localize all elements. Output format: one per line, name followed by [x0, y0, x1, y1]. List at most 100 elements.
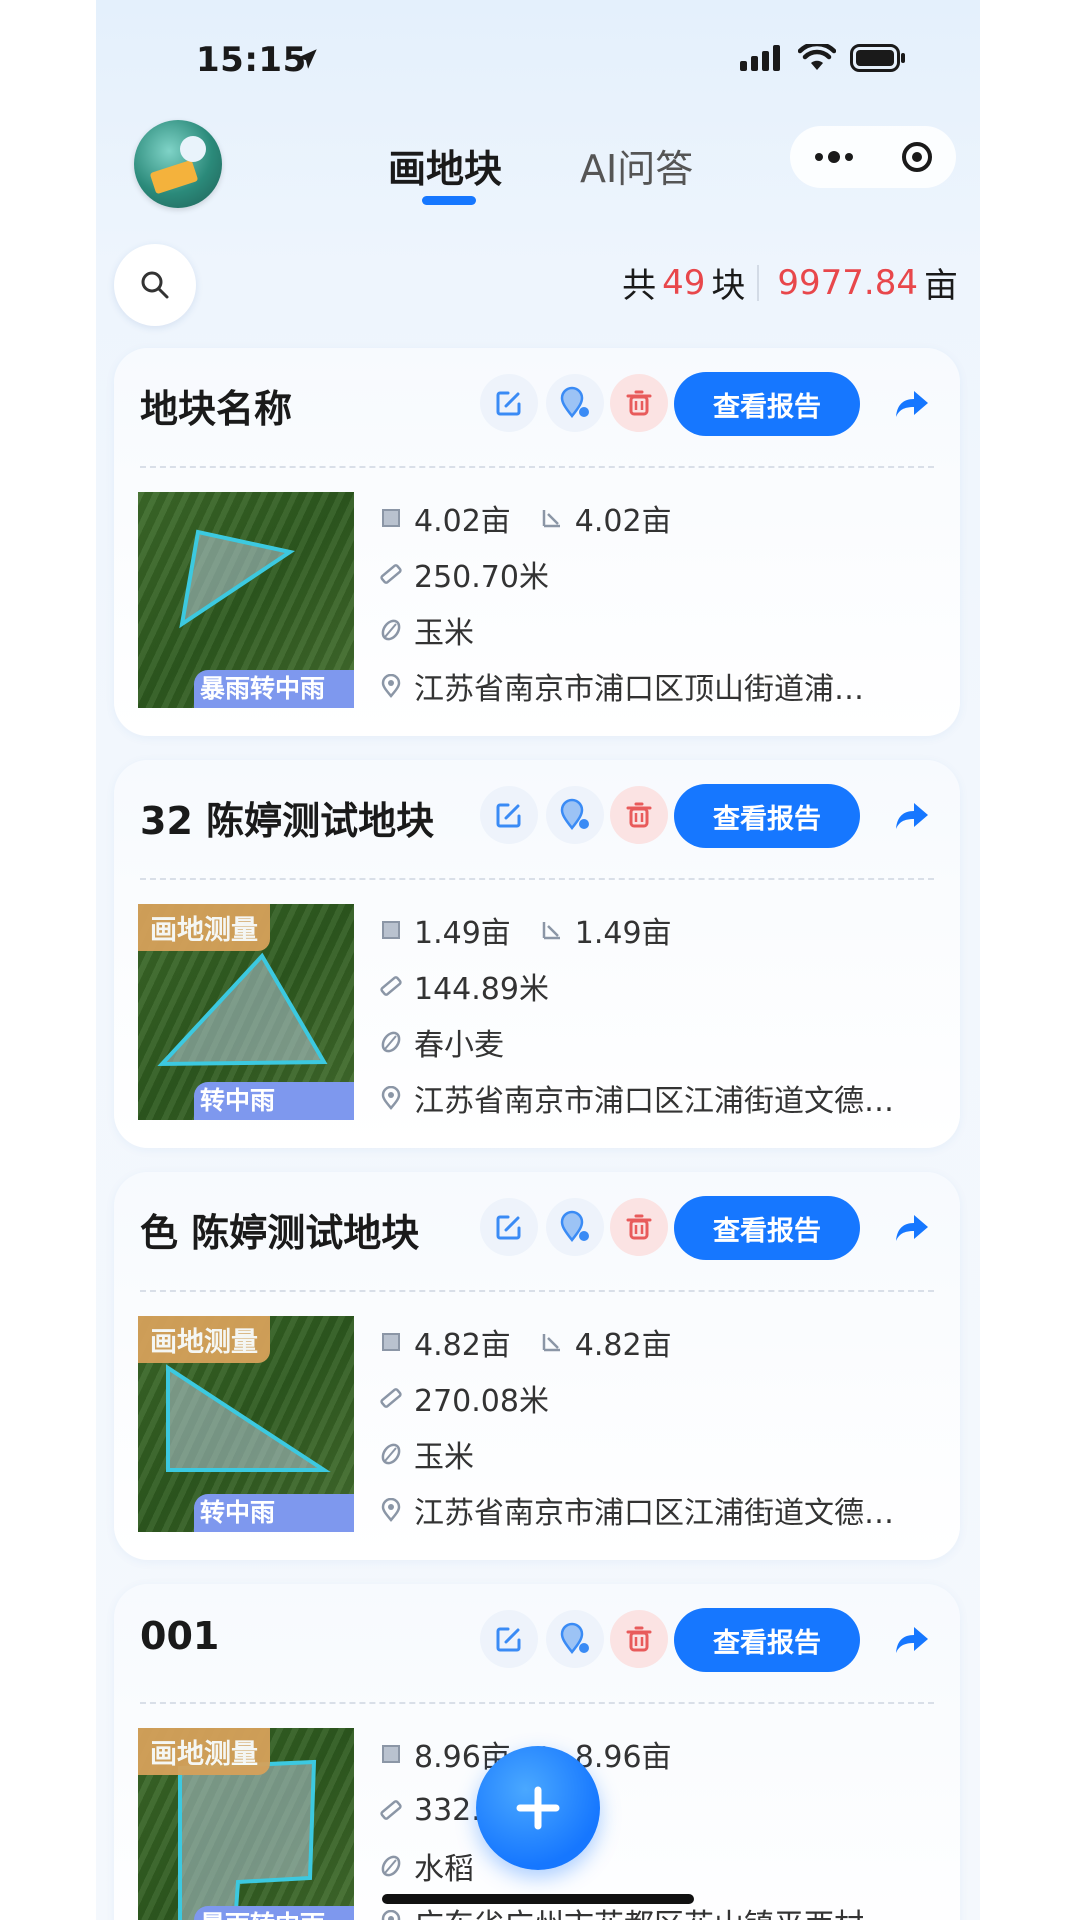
- edit-icon: [496, 1627, 521, 1652]
- share-arrow-icon: [896, 803, 928, 829]
- plus-icon: [516, 1786, 560, 1830]
- share-button[interactable]: [884, 376, 940, 432]
- status-indicators: [740, 44, 906, 72]
- address-row: 江苏省南京市浦口区江浦街道文德…: [378, 1490, 954, 1531]
- location-pin-icon: [560, 386, 589, 419]
- locate-button[interactable]: [546, 374, 604, 432]
- locate-button[interactable]: [546, 1198, 604, 1256]
- ruler-icon: [378, 973, 404, 999]
- location-arrow-icon: [297, 49, 317, 69]
- crop-value: 玉米: [414, 1440, 474, 1475]
- area-row: 4.02亩 4.02亩: [378, 498, 672, 539]
- area-value: 1.49亩: [414, 916, 511, 951]
- delete-button[interactable]: [610, 374, 668, 432]
- active-tab-indicator: [422, 196, 476, 205]
- delete-button[interactable]: [610, 1198, 668, 1256]
- area-icon: [378, 917, 404, 943]
- edit-button[interactable]: [480, 1198, 538, 1256]
- tab-draw-plot[interactable]: 画地块: [388, 138, 502, 193]
- ruler-icon: [378, 561, 404, 587]
- share-button[interactable]: [884, 1200, 940, 1256]
- area-icon: [378, 1329, 404, 1355]
- perimeter-row: 332.: [378, 1790, 481, 1830]
- edit-button[interactable]: [480, 374, 538, 432]
- location-pin-icon: [560, 1622, 589, 1655]
- location-icon: [378, 1085, 404, 1111]
- more-icon[interactable]: [814, 151, 853, 163]
- plot-thumbnail[interactable]: 画地测量 转中雨: [138, 1316, 354, 1532]
- card-divider: [140, 878, 934, 880]
- trash-icon: [626, 390, 652, 416]
- tab-ai-qa[interactable]: AI问答: [580, 138, 693, 193]
- perimeter-value: 332.: [414, 1792, 481, 1828]
- perimeter-value: 270.08米: [414, 1384, 549, 1419]
- ruler-icon: [378, 1385, 404, 1411]
- address-row: 广东省广州市花都区花山镇平西村: [378, 1902, 954, 1920]
- address-row: 江苏省南京市浦口区江浦街道文德…: [378, 1078, 954, 1119]
- summary-prefix: 共: [622, 266, 657, 306]
- view-report-button[interactable]: 查看报告: [674, 1608, 860, 1672]
- leaf-icon: [378, 1441, 404, 1467]
- view-report-button[interactable]: 查看报告: [674, 1196, 860, 1260]
- locate-button[interactable]: [546, 786, 604, 844]
- summary-divider: [757, 264, 760, 301]
- measured-area-value: 8.96亩: [574, 1740, 672, 1775]
- plot-title: 色 陈婷测试地块: [140, 1211, 420, 1255]
- close-target-icon[interactable]: [901, 142, 932, 172]
- trash-icon: [626, 1626, 652, 1652]
- area-icon: [378, 505, 404, 531]
- plot-title: 32 陈婷测试地块: [140, 799, 435, 843]
- measured-area-icon: [539, 917, 565, 943]
- measured-area-value: 4.02亩: [574, 504, 672, 539]
- share-arrow-icon: [896, 1215, 928, 1241]
- plot-thumbnail[interactable]: 画地测量 转中雨: [138, 904, 354, 1120]
- location-icon: [378, 1497, 404, 1523]
- edit-button[interactable]: [480, 786, 538, 844]
- area-row: 4.82亩 4.82亩: [378, 1322, 672, 1363]
- summary-count-unit: 块: [711, 266, 746, 306]
- plot-title: 地块名称: [140, 387, 293, 431]
- plot-thumbnail[interactable]: 暴雨转中雨: [138, 492, 354, 708]
- plot-card[interactable]: 32 陈婷测试地块 查看报告 画地测量 转中雨 1.49亩 1.49亩 144.…: [114, 760, 960, 1148]
- plot-card[interactable]: 地块名称 查看报告 暴雨转中雨 4.02亩 4.02亩 250.70米 玉米 江…: [114, 348, 960, 736]
- view-report-button[interactable]: 查看报告: [674, 372, 860, 436]
- summary-count: 49: [662, 262, 706, 303]
- perimeter-value: 250.70米: [414, 560, 549, 595]
- location-pin-icon: [560, 798, 589, 831]
- location-icon: [378, 673, 404, 699]
- location-icon: [378, 1909, 404, 1920]
- view-report-button[interactable]: 查看报告: [674, 784, 860, 848]
- leaf-icon: [378, 1029, 404, 1055]
- delete-button[interactable]: [610, 1610, 668, 1668]
- card-divider: [140, 466, 934, 468]
- plot-thumbnail[interactable]: 画地测量 暴雨转中雨: [138, 1728, 354, 1920]
- search-button[interactable]: [114, 244, 196, 326]
- summary-area: 9977.84: [777, 262, 918, 303]
- trash-icon: [626, 802, 652, 828]
- share-button[interactable]: [884, 1612, 940, 1668]
- perimeter-row: 144.89米: [378, 966, 549, 1007]
- add-plot-button[interactable]: [476, 1746, 600, 1870]
- plot-card[interactable]: 色 陈婷测试地块 查看报告 画地测量 转中雨 4.82亩 4.82亩 270.0…: [114, 1172, 960, 1560]
- edit-icon: [496, 803, 521, 828]
- ruler-icon: [378, 1797, 404, 1823]
- area-row: 1.49亩 1.49亩: [378, 910, 672, 951]
- address-value: 江苏省南京市浦口区江浦街道文德…: [414, 1496, 894, 1531]
- edit-button[interactable]: [480, 1610, 538, 1668]
- search-icon: [141, 271, 169, 299]
- delete-button[interactable]: [610, 786, 668, 844]
- measure-badge: 画地测量: [138, 904, 270, 951]
- crop-value: 春小麦: [414, 1028, 504, 1063]
- card-divider: [140, 1290, 934, 1292]
- locate-button[interactable]: [546, 1610, 604, 1668]
- phone-screen: 15:15 画地块 AI问答 共 49 块 9977.84 亩 地块名称 查看报…: [96, 0, 980, 1920]
- app-avatar[interactable]: [134, 120, 222, 208]
- card-divider: [140, 1702, 934, 1704]
- wifi-icon: [798, 44, 836, 70]
- signal-icon: [740, 45, 780, 71]
- share-button[interactable]: [884, 788, 940, 844]
- edit-icon: [496, 1215, 521, 1240]
- measured-area-icon: [539, 1329, 565, 1355]
- perimeter-value: 144.89米: [414, 972, 549, 1007]
- leaf-icon: [378, 617, 404, 643]
